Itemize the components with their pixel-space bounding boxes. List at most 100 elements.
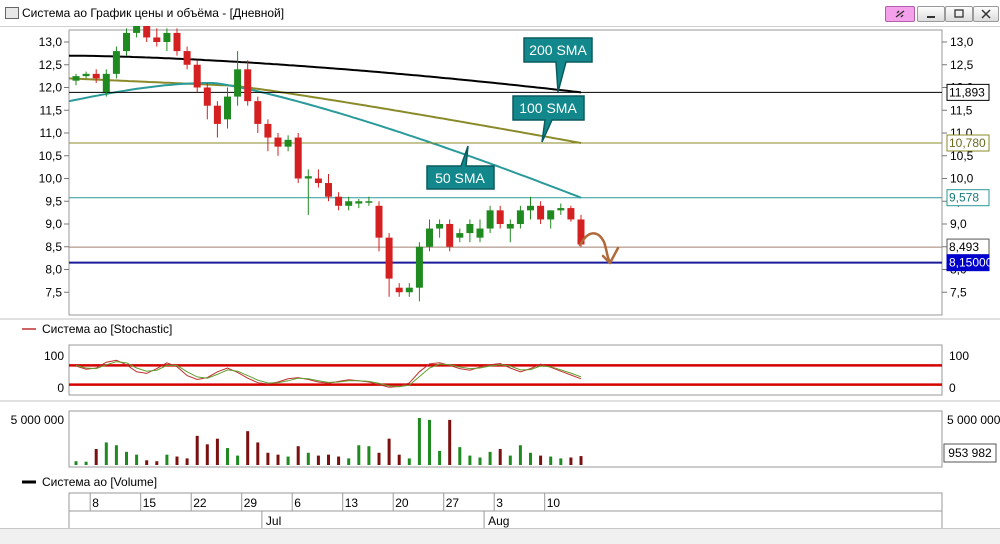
candle-body: [516, 210, 524, 224]
price-tick-left: 9,0: [45, 217, 62, 231]
candle-body: [254, 101, 262, 124]
volume-bar: [387, 438, 391, 465]
restore-icon: [954, 9, 964, 18]
candle-body: [143, 26, 151, 38]
window-title: Система ао График цены и объёма - [Дневн…: [22, 6, 285, 20]
stochastic-legend-label: Система ао [Stochastic]: [42, 322, 172, 336]
candle-body: [112, 51, 120, 74]
minimize-button[interactable]: [917, 6, 945, 22]
candle-body: [355, 201, 363, 204]
volume-bar: [569, 457, 573, 465]
candle-body: [466, 224, 474, 234]
day-label: 27: [446, 496, 460, 510]
link-button[interactable]: [885, 6, 915, 22]
price-tick-left: 9,5: [45, 194, 62, 208]
volume-bar: [498, 449, 502, 465]
price-tick-right: 9,0: [950, 217, 967, 231]
day-label: 20: [395, 496, 409, 510]
stoch-tick-right-100: 100: [949, 349, 969, 363]
candle-body: [133, 26, 141, 33]
candle-body: [446, 224, 454, 247]
link-icon: [895, 10, 905, 18]
volume-bar: [559, 458, 563, 465]
volume-bar: [357, 445, 361, 465]
candle-body: [193, 64, 201, 88]
sma50-level-label: 9,578: [949, 191, 979, 205]
candle-body: [395, 287, 403, 293]
volume-bar: [529, 452, 532, 465]
day-label: 13: [345, 496, 359, 510]
day-label: 10: [547, 496, 561, 510]
volume-bar: [316, 455, 320, 465]
day-label: 29: [244, 496, 258, 510]
volume-bar: [246, 431, 250, 465]
sma100-callout-label: 100 SMA: [519, 100, 577, 116]
stochastic-legend: Система ао [Stochastic]: [22, 322, 172, 336]
volume-bar: [337, 456, 341, 465]
candle-body: [123, 32, 130, 52]
volume-bar: [407, 458, 411, 465]
volume-bar: [438, 450, 442, 465]
volume-bar: [508, 455, 512, 465]
price-tick-left: 10,0: [39, 172, 63, 186]
volume-bar: [94, 449, 98, 465]
volume-bar: [478, 457, 482, 465]
price-tick-left: 12,0: [39, 81, 63, 95]
candle-body: [284, 139, 292, 147]
volume-bar: [266, 452, 270, 465]
candle-body: [173, 32, 181, 52]
month-label: Jul: [266, 514, 281, 528]
volume-bar: [125, 451, 128, 465]
candle-body: [557, 208, 565, 211]
price-tick-left: 11,5: [40, 103, 63, 117]
candle-body: [496, 210, 504, 224]
volume-bar: [226, 448, 229, 465]
price-tick-left: 12,5: [39, 58, 63, 72]
status-bar: [0, 528, 1000, 544]
candle-body: [426, 228, 433, 247]
volume-bar: [518, 445, 522, 465]
volume-bar: [306, 452, 310, 465]
volume-bar: [74, 461, 78, 465]
candle-body: [335, 196, 343, 206]
chart-workspace[interactable]: 13,0 12,5 12,0 11,5 11,0 10,5 10,0 9,5 9,0 8,5 8,0…: [0, 26, 1000, 528]
volume-bar: [377, 452, 381, 465]
price-tick-left: 13,0: [39, 35, 63, 49]
candle-body: [102, 73, 110, 93]
volume-bar: [175, 456, 179, 465]
stochastic-panel: [68, 344, 943, 396]
price-tick-right: 12,5: [950, 58, 974, 72]
volume-bar: [417, 418, 421, 465]
sma200-level-label: 11,893: [949, 85, 985, 99]
candle-body: [486, 210, 494, 229]
sma50-callout-label: 50 SMA: [435, 170, 485, 186]
minimize-icon: [927, 16, 935, 18]
candle-body: [213, 105, 221, 124]
close-button[interactable]: [973, 6, 999, 22]
window-titlebar: Система ао График цены и объёма - [Дневн…: [0, 0, 1000, 27]
volume-bar: [327, 454, 330, 465]
candle-body: [547, 210, 555, 220]
volume-panel: [68, 410, 943, 468]
candle-body: [234, 69, 242, 97]
stoch-tick-right-0: 0: [949, 381, 956, 395]
candle-body: [456, 233, 464, 238]
candle-body: [436, 224, 444, 229]
restore-button[interactable]: [945, 6, 973, 22]
volume-bar: [165, 454, 169, 465]
candle-body: [537, 205, 545, 220]
price-tick-left: 8,0: [45, 263, 62, 277]
month-label: Aug: [488, 514, 509, 528]
candle-body: [294, 137, 302, 179]
volume-bar: [347, 458, 351, 465]
candle-body: [314, 178, 322, 184]
candle-body: [224, 96, 231, 120]
day-label: 8: [92, 496, 99, 510]
volume-bar: [549, 456, 553, 465]
volume-last-label: 953 982: [948, 446, 992, 460]
volume-bar: [135, 454, 139, 465]
price-tick-right: 7,5: [950, 285, 967, 299]
candle-body: [375, 205, 383, 238]
volume-bar: [84, 461, 88, 465]
sma100-level-label: 10,780: [949, 136, 986, 150]
